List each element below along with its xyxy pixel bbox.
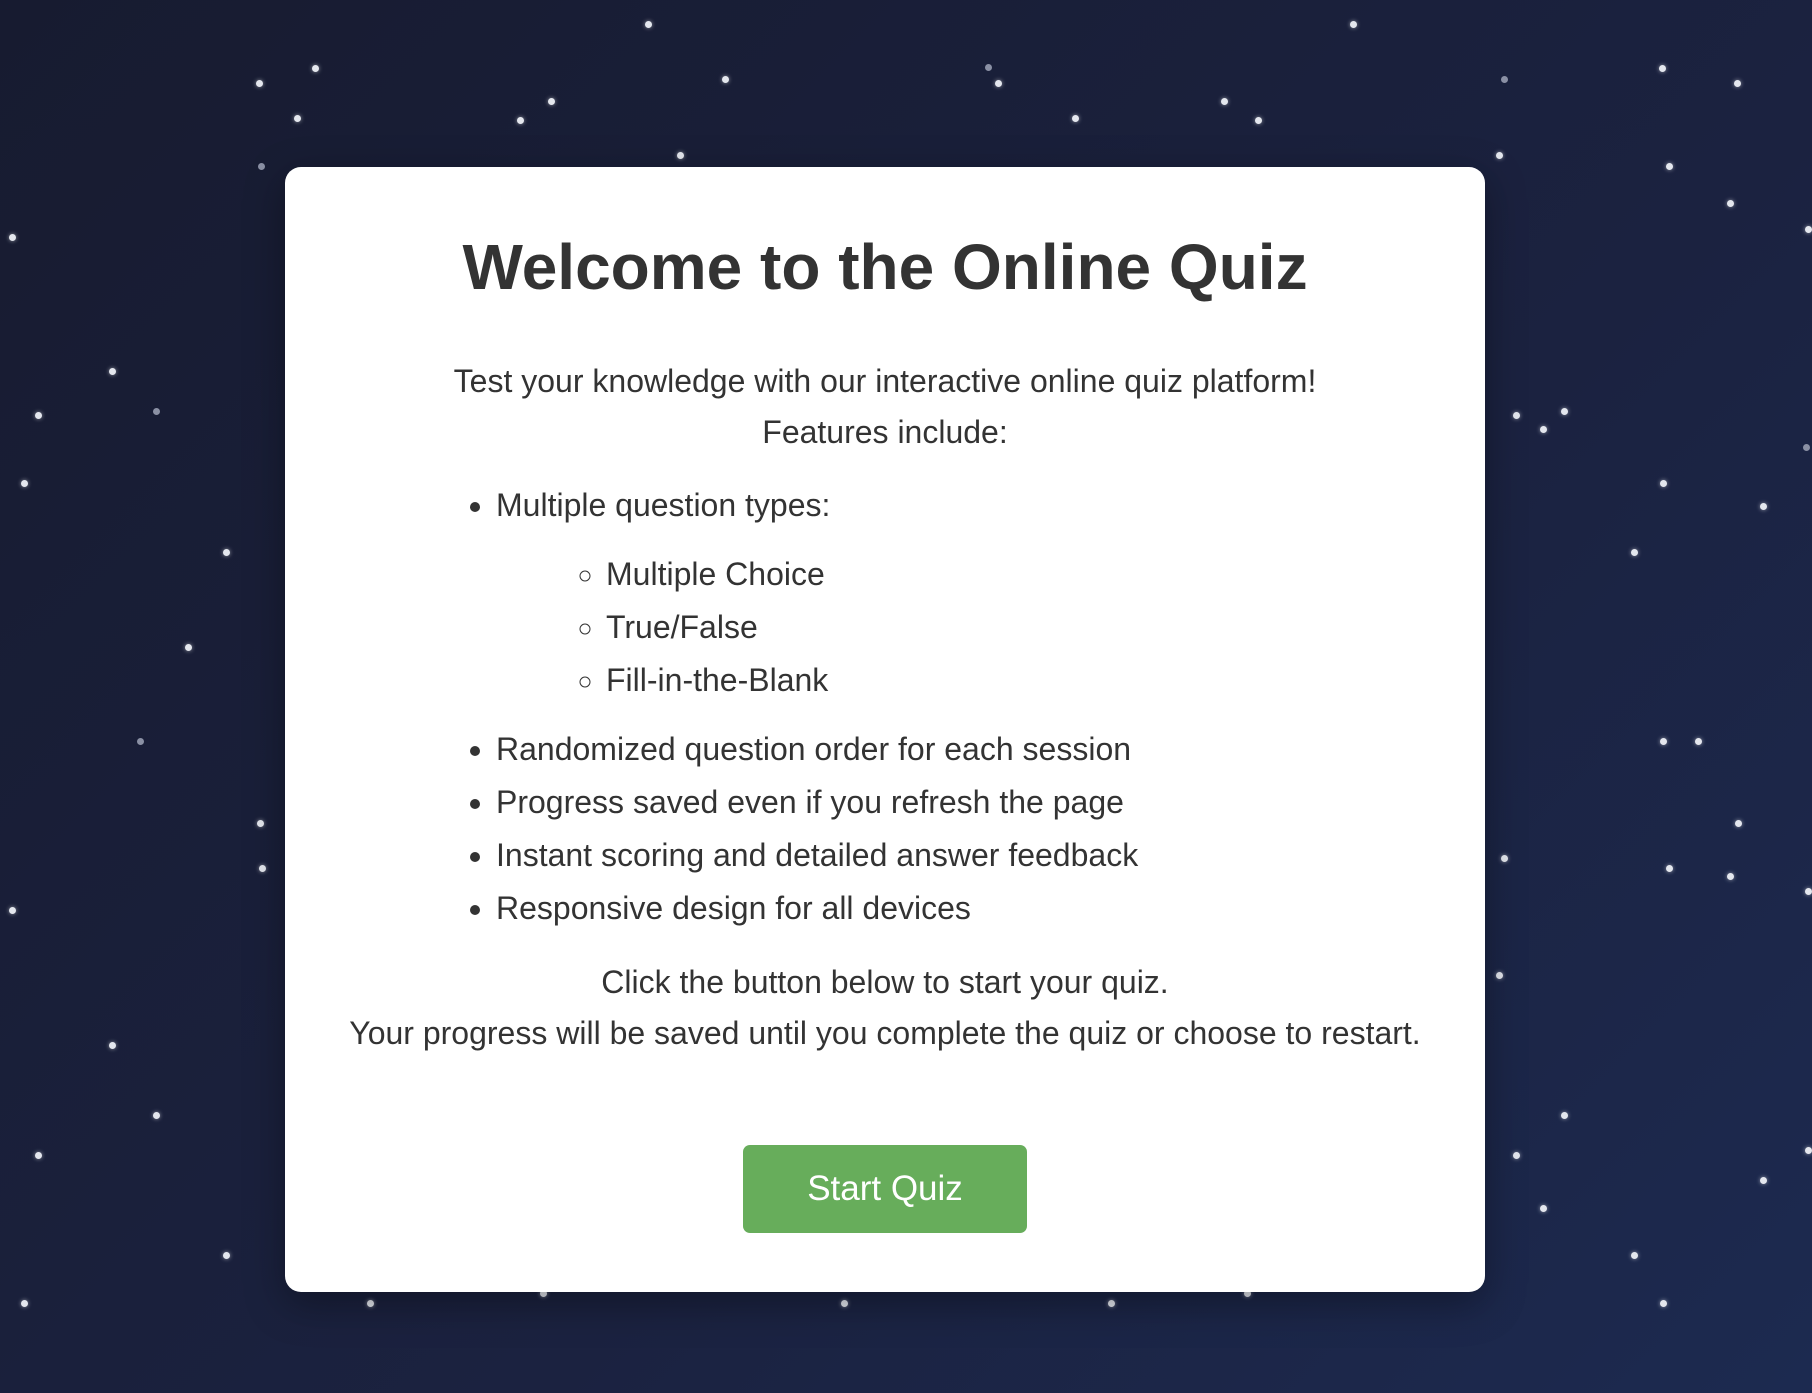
star-dot: [1734, 80, 1741, 87]
question-type-item: Multiple Choice: [606, 548, 1425, 601]
star-dot: [985, 64, 992, 71]
star-dot: [1695, 738, 1702, 745]
feature-item-progress-saved: Progress saved even if you refresh the p…: [496, 776, 1425, 829]
intro-line-1: Test your knowledge with our interactive…: [453, 362, 1317, 399]
star-dot: [1760, 503, 1767, 510]
star-dot: [841, 1300, 848, 1307]
star-dot: [1660, 1300, 1667, 1307]
star-dot: [1760, 1177, 1767, 1184]
welcome-card: Welcome to the Online Quiz Test your kno…: [285, 167, 1485, 1292]
feature-list: Multiple question types: Multiple Choice…: [436, 479, 1425, 935]
star-dot: [1513, 412, 1520, 419]
star-dot: [185, 644, 192, 651]
feature-item-responsive-design: Responsive design for all devices: [496, 882, 1425, 935]
star-dot: [1513, 1152, 1520, 1159]
star-dot: [517, 117, 524, 124]
star-dot: [1666, 163, 1673, 170]
star-dot: [258, 163, 265, 170]
star-dot: [677, 152, 684, 159]
star-dot: [256, 80, 263, 87]
outro-line-2: Your progress will be saved until you co…: [349, 1014, 1421, 1051]
page-title: Welcome to the Online Quiz: [462, 231, 1308, 303]
star-dot: [1727, 873, 1734, 880]
star-dot: [1660, 480, 1667, 487]
star-dot: [1666, 865, 1673, 872]
star-dot: [35, 412, 42, 419]
star-dot: [367, 1300, 374, 1307]
star-dot: [153, 1112, 160, 1119]
outro-line-1: Click the button below to start your qui…: [601, 963, 1169, 1000]
feature-item-question-types: Multiple question types: Multiple Choice…: [496, 479, 1425, 707]
star-dot: [109, 1042, 116, 1049]
star-dot: [645, 21, 652, 28]
star-dot: [722, 76, 729, 83]
star-dot: [1501, 855, 1508, 862]
star-dot: [1221, 98, 1228, 105]
star-dot: [9, 907, 16, 914]
star-dot: [1350, 21, 1357, 28]
star-dot: [223, 1252, 230, 1259]
star-dot: [153, 408, 160, 415]
star-dot: [548, 98, 555, 105]
star-dot: [35, 1152, 42, 1159]
star-dot: [1803, 444, 1810, 451]
star-dot: [1255, 117, 1262, 124]
star-dot: [1660, 738, 1667, 745]
star-dot: [21, 480, 28, 487]
feature-item-label: Multiple question types:: [496, 486, 831, 523]
star-dot: [312, 65, 319, 72]
star-dot: [1659, 65, 1666, 72]
star-dot: [9, 234, 16, 241]
outro-text: Click the button below to start your qui…: [345, 957, 1425, 1059]
star-dot: [1805, 888, 1812, 895]
star-dot: [1540, 426, 1547, 433]
star-dot: [1540, 1205, 1547, 1212]
star-dot: [1727, 200, 1734, 207]
star-dot: [109, 368, 116, 375]
star-dot: [1805, 226, 1812, 233]
feature-item-instant-scoring: Instant scoring and detailed answer feed…: [496, 829, 1425, 882]
star-dot: [1072, 115, 1079, 122]
star-dot: [1631, 1252, 1638, 1259]
feature-item-randomized-order: Randomized question order for each sessi…: [496, 723, 1425, 776]
star-dot: [259, 865, 266, 872]
star-dot: [21, 1300, 28, 1307]
question-type-item: Fill-in-the-Blank: [606, 654, 1425, 707]
star-dot: [1735, 820, 1742, 827]
star-dot: [995, 80, 1002, 87]
star-dot: [223, 549, 230, 556]
start-quiz-button[interactable]: Start Quiz: [743, 1144, 1027, 1233]
star-dot: [294, 115, 301, 122]
star-dot: [257, 820, 264, 827]
question-type-item: True/False: [606, 601, 1425, 654]
star-dot: [1561, 1112, 1568, 1119]
intro-line-2: Features include:: [762, 413, 1008, 450]
intro-text: Test your knowledge with our interactive…: [345, 356, 1425, 458]
star-dot: [1561, 408, 1568, 415]
star-dot: [1501, 76, 1508, 83]
star-dot: [1496, 972, 1503, 979]
star-dot: [1496, 152, 1503, 159]
star-dot: [1805, 1147, 1812, 1154]
question-type-list: Multiple Choice True/False Fill-in-the-B…: [496, 548, 1425, 707]
star-dot: [1108, 1300, 1115, 1307]
star-dot: [1631, 549, 1638, 556]
star-dot: [137, 738, 144, 745]
